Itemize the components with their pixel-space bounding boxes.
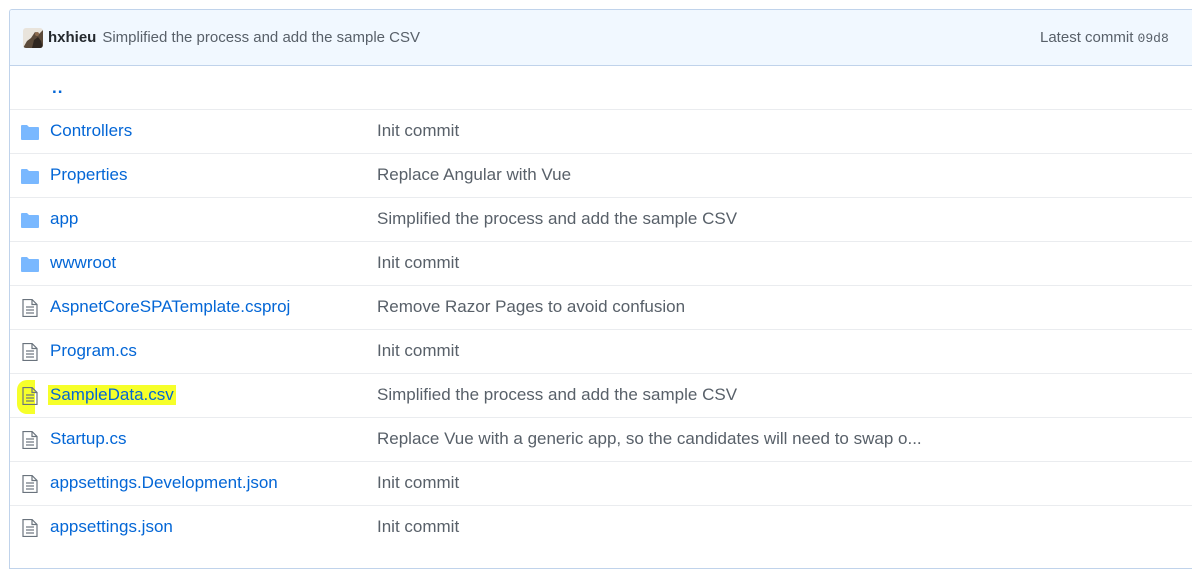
file-row[interactable]: AspnetCoreSPATemplate.csproj Remove Razor… <box>10 285 1192 329</box>
folder-icon <box>21 168 39 184</box>
latest-commit-label: Latest commit <box>1040 29 1134 46</box>
file-name-link[interactable]: app <box>48 209 80 229</box>
file-list: Controllers Init commit Properties Replace … <box>10 109 1192 549</box>
file-name-link[interactable]: Properties <box>48 165 129 185</box>
latest-commit-bar: hxhieu Simplified the process and add th… <box>10 10 1192 66</box>
file-name-link[interactable]: Startup.cs <box>48 429 129 449</box>
file-browser: hxhieu Simplified the process and add th… <box>9 9 1192 569</box>
file-icon <box>21 342 39 362</box>
file-name-link[interactable]: Program.cs <box>48 341 139 361</box>
file-commit-message-link[interactable]: Init commit <box>377 517 459 537</box>
file-row[interactable]: appsettings.json Init commit <box>10 505 1192 549</box>
file-commit-message-link[interactable]: Simplified the process and add the sampl… <box>377 385 737 405</box>
file-commit-message-link[interactable]: Init commit <box>377 253 459 273</box>
file-name-link[interactable]: Controllers <box>48 121 134 141</box>
file-name-link[interactable]: SampleData.csv <box>48 385 176 405</box>
file-icon <box>21 430 39 450</box>
file-commit-message-link[interactable]: Init commit <box>377 341 459 361</box>
commit-message-link[interactable]: Simplified the process and add the sampl… <box>102 29 420 46</box>
avatar[interactable] <box>23 27 43 48</box>
file-row[interactable]: Startup.cs Replace Vue with a generic app… <box>10 417 1192 461</box>
file-icon <box>21 518 39 538</box>
file-row[interactable]: app Simplified the process and add the sa… <box>10 197 1192 241</box>
parent-directory-link[interactable]: .. <box>52 78 63 98</box>
file-commit-message-link[interactable]: Remove Razor Pages to avoid confusion <box>377 297 685 317</box>
commit-sha-link[interactable]: 09d8 <box>1138 31 1169 46</box>
parent-directory-row[interactable]: .. <box>10 66 1192 109</box>
file-icon <box>21 386 39 406</box>
folder-icon <box>21 212 39 228</box>
folder-icon <box>21 256 39 272</box>
file-row[interactable]: appsettings.Development.json Init commit <box>10 461 1192 505</box>
commit-author-link[interactable]: hxhieu <box>48 29 96 46</box>
file-row[interactable]: wwwroot Init commit <box>10 241 1192 285</box>
file-icon <box>21 298 39 318</box>
file-row[interactable]: Properties Replace Angular with Vue <box>10 153 1192 197</box>
file-commit-message-link[interactable]: Simplified the process and add the sampl… <box>377 209 737 229</box>
file-commit-message-link[interactable]: Init commit <box>377 473 459 493</box>
file-commit-message-link[interactable]: Replace Angular with Vue <box>377 165 571 185</box>
file-row[interactable]: SampleData.csv Simplified the process and… <box>10 373 1192 417</box>
file-name-link[interactable]: AspnetCoreSPATemplate.csproj <box>48 297 292 317</box>
file-commit-message-link[interactable]: Replace Vue with a generic app, so the c… <box>377 429 922 449</box>
file-name-link[interactable]: appsettings.json <box>48 517 175 537</box>
file-icon <box>21 474 39 494</box>
file-row[interactable]: Program.cs Init commit <box>10 329 1192 373</box>
folder-icon <box>21 124 39 140</box>
file-name-link[interactable]: wwwroot <box>48 253 118 273</box>
file-commit-message-link[interactable]: Init commit <box>377 121 459 141</box>
latest-commit-info: Latest commit 09d8 <box>1040 29 1169 46</box>
file-row[interactable]: Controllers Init commit <box>10 109 1192 153</box>
file-name-link[interactable]: appsettings.Development.json <box>48 473 280 493</box>
